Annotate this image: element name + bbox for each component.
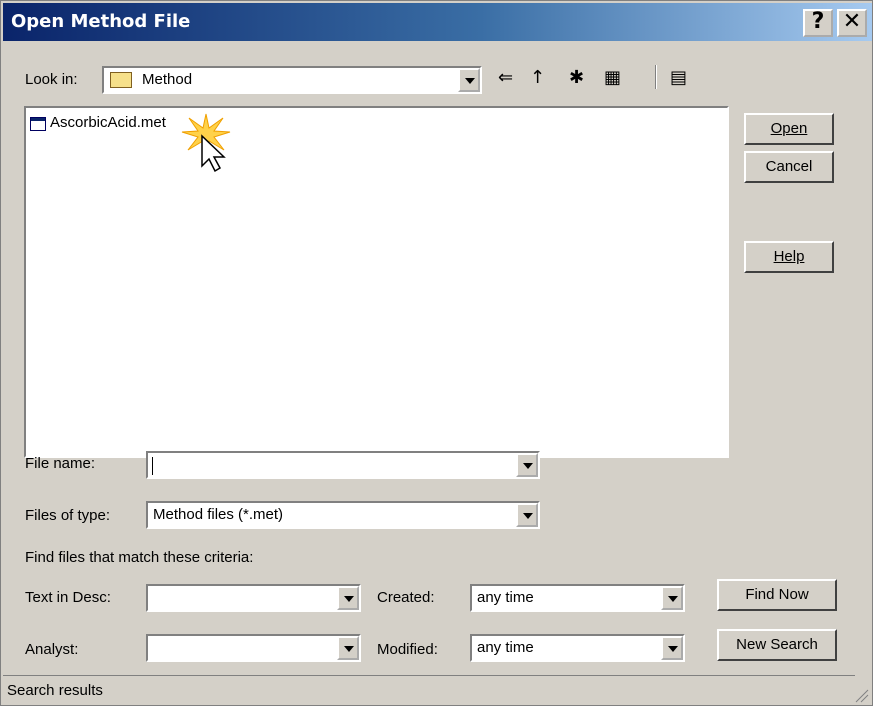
resize-grip-icon[interactable]	[853, 687, 869, 703]
file-list[interactable]: AscorbicAcid.met	[24, 106, 729, 458]
analyst-input[interactable]	[146, 634, 361, 662]
open-method-dialog: Open Method File ? ✕ Look in: Method ⇐ ↑…	[0, 0, 873, 706]
analyst-label: Analyst:	[25, 641, 79, 658]
help-button[interactable]: Help	[744, 241, 834, 273]
status-bar: Search results	[3, 675, 855, 706]
click-highlight-icon	[181, 113, 231, 173]
modified-label: Modified:	[377, 641, 438, 658]
created-label: Created:	[377, 589, 435, 606]
modified-value: any time	[477, 639, 534, 656]
created-dropdown[interactable]: any time	[470, 584, 685, 612]
method-file-icon	[30, 117, 46, 131]
chevron-down-icon[interactable]	[458, 68, 480, 92]
chevron-down-icon[interactable]	[337, 636, 359, 660]
file-name-input[interactable]	[146, 451, 540, 479]
new-search-button[interactable]: New Search	[717, 629, 837, 661]
find-now-button[interactable]: Find Now	[717, 579, 837, 611]
help-question-button[interactable]: ?	[803, 9, 833, 37]
created-value: any time	[477, 589, 534, 606]
chevron-down-icon[interactable]	[337, 586, 359, 610]
chevron-down-icon[interactable]	[516, 453, 538, 477]
text-in-desc-input[interactable]	[146, 584, 361, 612]
folder-icon	[110, 72, 132, 88]
chevron-down-icon[interactable]	[661, 586, 683, 610]
modified-dropdown[interactable]: any time	[470, 634, 685, 662]
chevron-down-icon[interactable]	[661, 636, 683, 660]
files-of-type-dropdown[interactable]: Method files (*.met)	[146, 501, 540, 529]
cancel-button[interactable]: Cancel	[744, 151, 834, 183]
toolbar-divider	[655, 65, 657, 89]
look-in-value: Method	[142, 71, 193, 88]
back-arrow-icon[interactable]: ⇐	[498, 67, 513, 88]
look-in-label: Look in:	[25, 71, 78, 88]
open-button[interactable]: Open	[744, 113, 834, 145]
file-name-label: File name:	[25, 455, 96, 472]
close-button[interactable]: ✕	[837, 9, 867, 37]
up-folder-icon[interactable]: ↑	[530, 67, 545, 88]
new-folder-icon[interactable]: ✱	[569, 67, 584, 88]
look-in-dropdown[interactable]: Method	[102, 66, 482, 94]
files-of-type-label: Files of type:	[25, 507, 111, 524]
window-title: Open Method File	[11, 11, 191, 32]
text-cursor	[152, 457, 153, 475]
chevron-down-icon[interactable]	[516, 503, 538, 527]
title-bar[interactable]: Open Method File ? ✕	[3, 3, 872, 41]
files-of-type-value: Method files (*.met)	[153, 506, 284, 523]
view-menu-icon[interactable]: ▦	[604, 67, 621, 88]
text-in-desc-label: Text in Desc:	[25, 589, 111, 606]
file-name: AscorbicAcid.met	[50, 114, 166, 131]
criteria-heading: Find files that match these criteria:	[25, 549, 254, 566]
status-text: Search results	[7, 682, 103, 699]
details-view-icon[interactable]: ▤	[670, 67, 687, 88]
